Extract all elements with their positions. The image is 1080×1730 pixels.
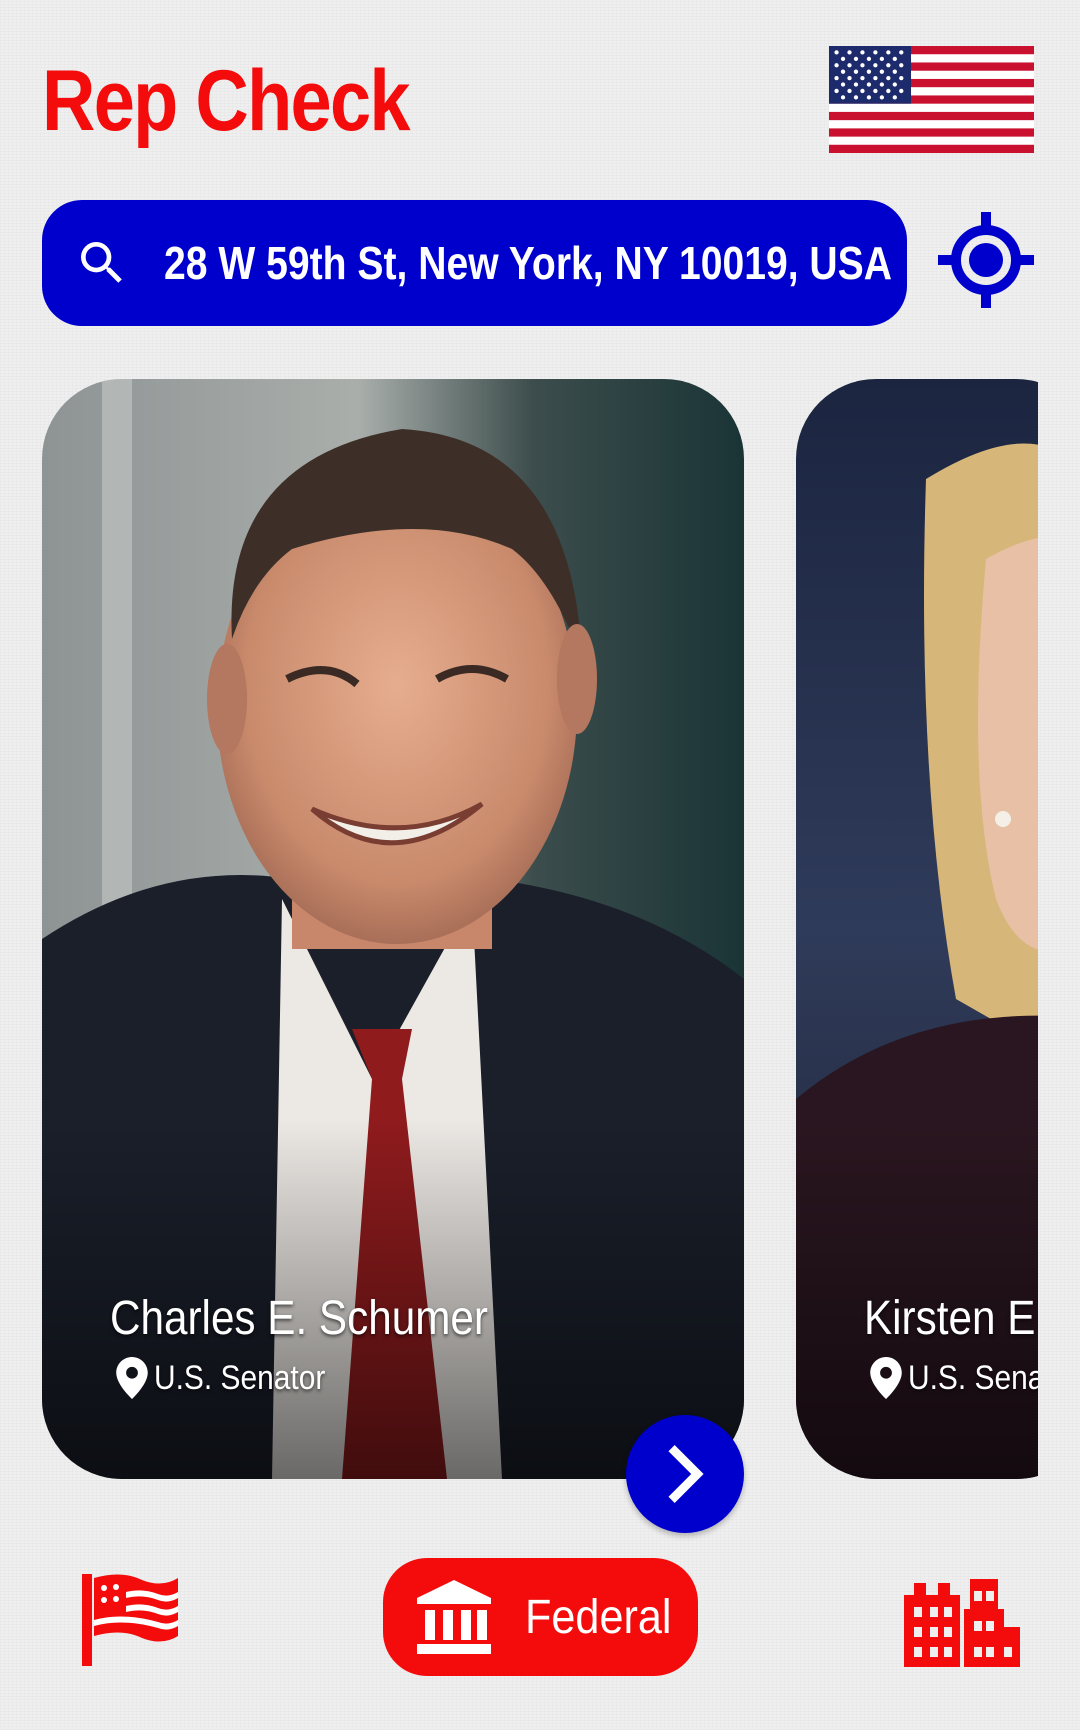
- address-input[interactable]: 28 W 59th St, New York, NY 10019, USA: [164, 236, 892, 290]
- representative-role-row: U.S. Sena: [870, 1357, 1038, 1399]
- city-buildings-icon[interactable]: [904, 1575, 1020, 1667]
- location-pin-icon: [116, 1357, 148, 1399]
- nav-federal-label: Federal: [525, 1590, 672, 1644]
- location-pin-icon: [870, 1357, 902, 1399]
- american-flag-icon[interactable]: [82, 1574, 178, 1666]
- gps-crosshair-icon[interactable]: [936, 210, 1036, 310]
- representative-role: U.S. Sena: [908, 1358, 1038, 1397]
- app-title: Rep Check: [42, 53, 411, 149]
- representative-card[interactable]: Kirsten E U.S. Sena: [796, 379, 1038, 1479]
- chevron-right-icon: [668, 1445, 704, 1503]
- search-icon: [81, 242, 122, 283]
- representative-role-row: U.S. Senator: [116, 1357, 349, 1399]
- next-card-button[interactable]: [626, 1415, 744, 1533]
- representative-card[interactable]: Charles E. Schumer U.S. Senator: [42, 379, 744, 1479]
- nav-federal-button[interactable]: Federal: [383, 1558, 698, 1676]
- representative-role: U.S. Senator: [154, 1358, 326, 1397]
- representative-name: Kirsten E: [864, 1292, 1036, 1345]
- address-search-bar[interactable]: 28 W 59th St, New York, NY 10019, USA: [42, 200, 907, 326]
- us-flag-icon: [829, 46, 1034, 153]
- government-building-icon: [417, 1580, 491, 1654]
- representative-name: Charles E. Schumer: [110, 1292, 488, 1345]
